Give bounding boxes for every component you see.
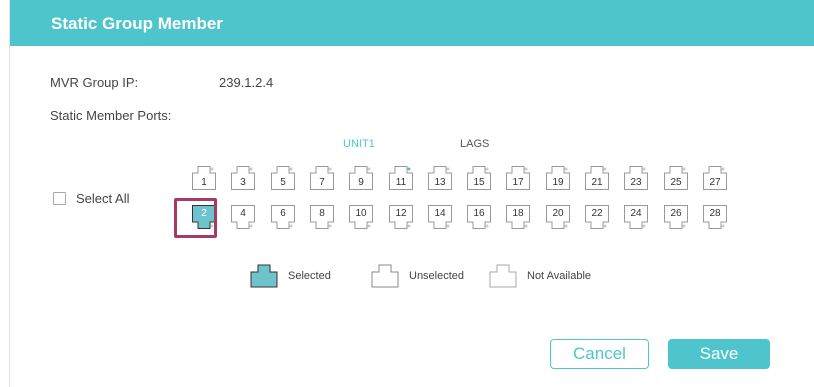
port-17[interactable]: 17 [506,166,530,190]
port-number: 11 [395,177,407,188]
port-number: 8 [319,208,325,219]
port-4[interactable]: 4 [231,205,255,229]
port-number: 4 [240,208,246,219]
select-all-label: Select All [76,191,130,206]
selected-port-icon [250,264,278,288]
tab-unit1[interactable]: UNIT1 [343,138,375,150]
port-number: 10 [355,208,367,219]
legend-selected: Selected [250,264,331,288]
port-20[interactable]: 20 [546,205,570,229]
legend-not-available-label: Not Available [527,270,592,282]
select-all[interactable]: Select All [53,191,129,206]
legend-unselected: Unselected [371,264,464,288]
port-number: 21 [591,177,603,188]
port-6[interactable]: 6 [271,205,295,229]
port-number: 20 [552,208,564,219]
port-13[interactable]: 13 [428,166,452,190]
unselected-port-icon [371,264,399,288]
selected-port-highlight [174,198,217,238]
port-number: 13 [434,177,446,188]
port-number: 7 [319,177,325,188]
port-24[interactable]: 24 [624,205,648,229]
mvr-group-ip-value: 239.1.2.4 [219,75,274,90]
port-number: 18 [512,208,524,219]
port-10[interactable]: 10 [349,205,373,229]
port-number: 23 [630,177,642,188]
port-number: 12 [395,208,407,219]
port-15[interactable]: 15 [467,166,491,190]
port-23[interactable]: 23 [624,166,648,190]
port-number: 27 [709,177,721,188]
static-group-member-dialog: Static Group Member [9,0,814,387]
port-number: 19 [552,177,564,188]
port-number: 14 [434,208,446,219]
port-18[interactable]: 18 [506,205,530,229]
port-1[interactable]: 1 [192,166,216,190]
save-button[interactable]: Save [668,339,770,369]
port-number: 22 [591,208,603,219]
dialog-titlebar: Static Group Member [10,0,814,46]
port-number: 3 [240,177,246,188]
legend-not-available: Not Available [489,264,591,288]
port-number: 24 [630,208,642,219]
cancel-button[interactable]: Cancel [550,339,649,369]
port-11[interactable]: 11 [389,166,413,190]
port-number: 28 [709,208,721,219]
not-available-port-icon [489,264,517,288]
port-19[interactable]: 19 [546,166,570,190]
legend-selected-label: Selected [288,270,331,282]
port-26[interactable]: 26 [664,205,688,229]
tab-lags[interactable]: LAGS [460,138,489,150]
port-number: 15 [473,177,485,188]
port-28[interactable]: 28 [703,205,727,229]
port-21[interactable]: 21 [585,166,609,190]
port-25[interactable]: 25 [664,166,688,190]
port-12[interactable]: 12 [389,205,413,229]
port-number: 5 [280,177,286,188]
port-8[interactable]: 8 [310,205,334,229]
port-number: 9 [358,177,364,188]
port-16[interactable]: 16 [467,205,491,229]
port-number: 16 [473,208,485,219]
port-9[interactable]: 9 [349,166,373,190]
legend-unselected-label: Unselected [409,270,465,282]
port-number: 26 [670,208,682,219]
static-member-ports-label: Static Member Ports: [50,108,172,123]
port-number: 6 [280,208,286,219]
port-number: 17 [512,177,524,188]
port-5[interactable]: 5 [271,166,295,190]
port-27[interactable]: 27 [703,166,727,190]
port-number: 1 [201,177,207,188]
mvr-group-ip-label: MVR Group IP: [50,75,139,90]
port-7[interactable]: 7 [310,166,334,190]
port-14[interactable]: 14 [428,205,452,229]
select-all-checkbox[interactable] [53,192,66,205]
port-3[interactable]: 3 [231,166,255,190]
port-22[interactable]: 22 [585,205,609,229]
dialog-title: Static Group Member [51,14,223,33]
port-number: 25 [670,177,682,188]
